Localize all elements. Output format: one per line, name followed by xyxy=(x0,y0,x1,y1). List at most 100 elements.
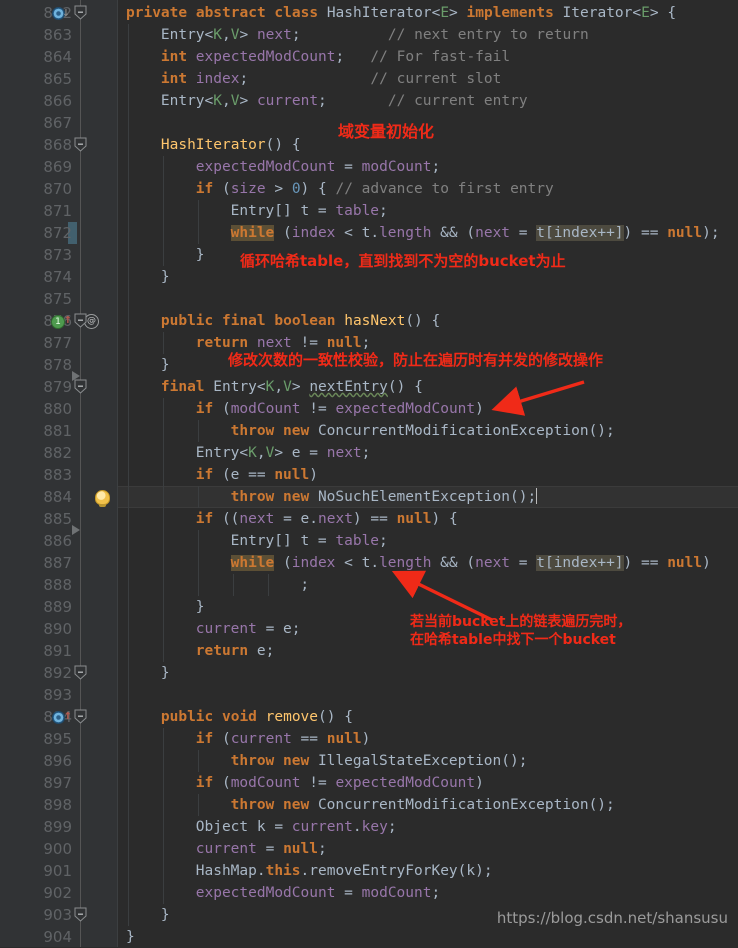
code-line[interactable]: 871 Entry[] t = table; xyxy=(0,200,738,222)
code-line[interactable]: 893 xyxy=(0,684,738,706)
code-text[interactable]: while (index < t.length && (next = t[ind… xyxy=(230,222,720,244)
code-text[interactable]: public final boolean hasNext() { xyxy=(161,310,440,332)
code-text[interactable]: if ((next = e.next) == null) { xyxy=(196,508,458,530)
code-line[interactable]: 864 int expectedModCount; // For fast-fai… xyxy=(0,46,738,68)
code-fold-marker[interactable] xyxy=(74,907,87,922)
code-line[interactable]: 902 expectedModCount = modCount; xyxy=(0,882,738,904)
code-text[interactable]: private abstract class HashIterator<E> i… xyxy=(126,2,676,24)
code-text[interactable]: while (index < t.length && (next = t[ind… xyxy=(230,552,711,574)
code-text[interactable]: public void remove() { xyxy=(161,706,353,728)
code-line[interactable]: 887 while (index < t.length && (next = t[… xyxy=(0,552,738,574)
code-line[interactable]: 866 Entry<K,V> current; // current entry xyxy=(0,90,738,112)
code-line[interactable]: 894public void remove() { xyxy=(0,706,738,728)
code-text[interactable]: if (modCount != expectedModCount) xyxy=(196,772,484,794)
code-text[interactable]: throw new IllegalStateException(); xyxy=(231,750,528,772)
code-text[interactable]: } xyxy=(161,904,170,926)
code-text[interactable]: } xyxy=(126,926,135,948)
code-line[interactable]: 879 final Entry<K,V> nextEntry() { xyxy=(0,376,738,398)
code-fold-marker[interactable] xyxy=(74,379,87,394)
code-line[interactable]: 900 current = null; xyxy=(0,838,738,860)
token-kw: throw xyxy=(230,797,284,813)
code-line[interactable]: 875 xyxy=(0,288,738,310)
code-text[interactable]: Entry<K,V> next; // next entry to return xyxy=(161,24,589,46)
code-text[interactable]: int expectedModCount; // For fast-fail xyxy=(161,46,510,68)
code-line[interactable]: 897 if (modCount != expectedModCount) xyxy=(0,772,738,794)
code-line[interactable]: 888; xyxy=(0,574,738,596)
token-pl: ; xyxy=(431,885,441,901)
code-text[interactable]: } xyxy=(196,596,205,618)
code-fold-marker[interactable] xyxy=(74,709,87,724)
code-line[interactable]: 872 while (index < t.length && (next = t[… xyxy=(0,222,738,244)
code-fold-marker[interactable] xyxy=(74,5,87,20)
token-cls: ConcurrentModificationException xyxy=(317,423,589,439)
overriding-up-arrow-icon[interactable]: ↑ xyxy=(64,709,72,722)
code-line[interactable]: 886 Entry[] t = table; xyxy=(0,530,738,552)
code-text[interactable]: final Entry<K,V> nextEntry() { xyxy=(161,376,423,398)
code-text[interactable]: Entry<K,V> current; // current entry xyxy=(161,90,528,112)
token-fld: length xyxy=(379,555,432,571)
code-text[interactable]: HashIterator() { xyxy=(161,134,301,156)
code-text[interactable]: if (modCount != expectedModCount) xyxy=(196,398,484,420)
code-line[interactable]: 898 throw new ConcurrentModificationExcep… xyxy=(0,794,738,816)
code-text[interactable]: Entry<K,V> e = next; xyxy=(196,442,371,464)
code-line[interactable]: 891 return e; xyxy=(0,640,738,662)
code-text[interactable]: expectedModCount = modCount; xyxy=(196,156,440,178)
code-line[interactable]: 899 Object k = current.key; xyxy=(0,816,738,838)
token-pl: , xyxy=(222,27,231,43)
code-text[interactable]: } xyxy=(161,354,170,376)
overriding-up-arrow-icon[interactable]: ↑ xyxy=(64,313,72,326)
token-pl: ( xyxy=(213,775,231,791)
code-fold-marker[interactable] xyxy=(74,665,87,680)
code-line[interactable]: 896 throw new IllegalStateException(); xyxy=(0,750,738,772)
usage-count-badge-1[interactable]: 1 xyxy=(51,315,65,329)
code-text[interactable]: Object k = current.key; xyxy=(196,816,397,838)
code-fold-marker[interactable] xyxy=(74,137,87,152)
code-text[interactable]: } xyxy=(161,266,170,288)
token-pl: > xyxy=(291,379,310,395)
code-text[interactable]: Entry[] t = table; xyxy=(231,200,388,222)
code-text[interactable]: if (e == null) xyxy=(196,464,318,486)
code-line[interactable]: 885 if ((next = e.next) == null) { xyxy=(0,508,738,530)
code-line[interactable]: 863 Entry<K,V> next; // next entry to ret… xyxy=(0,24,738,46)
code-line[interactable]: 881 throw new ConcurrentModificationExcep… xyxy=(0,420,738,442)
token-fld: key xyxy=(361,819,388,835)
line-number: 891 xyxy=(43,642,72,660)
overriding-down-arrow-icon[interactable]: ↓ xyxy=(62,6,70,19)
code-line[interactable]: 862private abstract class HashIterator<E… xyxy=(0,2,738,24)
code-text[interactable]: throw new NoSuchElementException(); xyxy=(231,486,538,508)
code-text[interactable]: current = null; xyxy=(196,838,327,860)
code-line[interactable]: 870 if (size > 0) { // advance to first e… xyxy=(0,178,738,200)
code-line[interactable]: 882 Entry<K,V> e = next; xyxy=(0,442,738,464)
code-line[interactable]: 901 HashMap.this.removeEntryForKey(k); xyxy=(0,860,738,882)
code-text[interactable]: if (current == null) xyxy=(196,728,371,750)
code-text[interactable]: } xyxy=(196,244,205,266)
code-text[interactable]: throw new ConcurrentModificationExceptio… xyxy=(231,420,615,442)
code-text[interactable]: ; xyxy=(300,574,309,596)
token-kw: null xyxy=(396,511,432,527)
token-pl: ; xyxy=(291,27,301,43)
code-text[interactable]: HashMap.this.removeEntryForKey(k); xyxy=(196,860,493,882)
code-line[interactable]: 880 if (modCount != expectedModCount) xyxy=(0,398,738,420)
code-fold-marker[interactable] xyxy=(74,313,87,328)
code-text[interactable]: int index; // current slot xyxy=(161,68,501,90)
token-cls: Iterator xyxy=(562,5,633,21)
code-text[interactable]: return e; xyxy=(196,640,275,662)
code-line[interactable]: 869 expectedModCount = modCount; xyxy=(0,156,738,178)
code-line[interactable]: 884 throw new NoSuchElementException(); xyxy=(0,486,738,508)
code-text[interactable]: throw new ConcurrentModificationExceptio… xyxy=(231,794,615,816)
code-line[interactable]: 904} xyxy=(0,926,738,948)
code-text[interactable]: Entry[] t = table; xyxy=(231,530,388,552)
code-text[interactable]: current = e; xyxy=(196,618,301,640)
gutter-run-marker[interactable] xyxy=(72,525,80,535)
code-text[interactable]: } xyxy=(161,662,170,684)
code-line[interactable]: 865 int index; // current slot xyxy=(0,68,738,90)
intention-bulb-icon[interactable] xyxy=(95,490,110,507)
code-line[interactable]: 876public final boolean hasNext() { xyxy=(0,310,738,332)
token-fld: current xyxy=(230,731,292,747)
code-line[interactable]: 892} xyxy=(0,662,738,684)
code-text[interactable]: expectedModCount = modCount; xyxy=(196,882,440,904)
code-editor[interactable]: 862private abstract class HashIterator<E… xyxy=(0,0,738,947)
code-line[interactable]: 883 if (e == null) xyxy=(0,464,738,486)
code-line[interactable]: 895 if (current == null) xyxy=(0,728,738,750)
code-text[interactable]: if (size > 0) { // advance to first entr… xyxy=(196,178,554,200)
